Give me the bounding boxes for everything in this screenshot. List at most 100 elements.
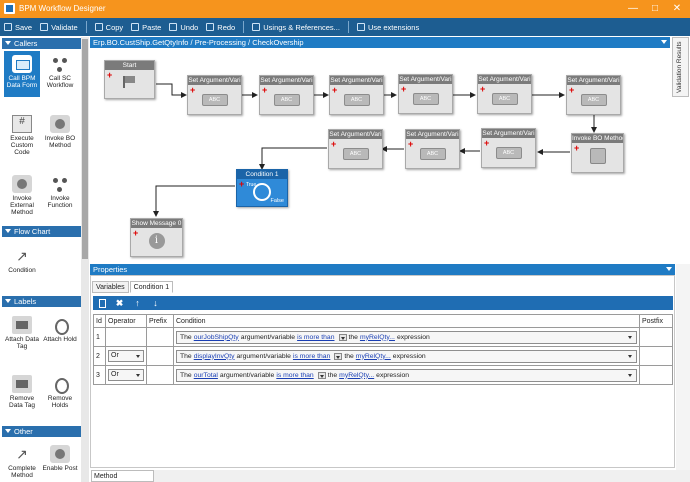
node-set-argument-2[interactable]: Set Argument/Vari + ABC bbox=[259, 75, 314, 115]
delete-icon[interactable]: ✖ bbox=[115, 298, 124, 308]
target-link[interactable]: myRelQty... bbox=[360, 334, 395, 341]
condition-expression[interactable]: The ourJobShipQty argument/variable is m… bbox=[176, 330, 637, 344]
cell-condition[interactable]: The ourJobShipQty argument/variable is m… bbox=[173, 327, 640, 347]
cell-prefix[interactable] bbox=[146, 346, 174, 366]
variable-link[interactable]: ourJobShipQty bbox=[194, 334, 239, 341]
variable-link[interactable]: ourTotal bbox=[194, 372, 218, 379]
condition-expression[interactable]: The ourTotal argument/variable is more t… bbox=[176, 368, 637, 382]
operator-link[interactable]: is more than bbox=[293, 353, 330, 360]
tool-attach-data-tag[interactable]: Attach Data Tag bbox=[4, 316, 40, 350]
toolbox-scrollbar[interactable] bbox=[81, 37, 89, 482]
operator-dropdown-icon[interactable] bbox=[317, 371, 326, 379]
cell-condition[interactable]: The ourTotal argument/variable is more t… bbox=[173, 365, 640, 385]
tool-label: Call BPM Data Form bbox=[6, 75, 38, 89]
tool-remove-holds[interactable]: Remove Holds bbox=[42, 375, 78, 409]
table-row[interactable]: 2 Or The displayInvQty argument/variable… bbox=[93, 346, 673, 366]
tab-variables[interactable]: Variables bbox=[92, 281, 129, 293]
column-header-condition[interactable]: Condition bbox=[173, 314, 640, 328]
paste-button[interactable]: Paste bbox=[131, 23, 161, 32]
node-set-argument-3[interactable]: Set Argument/Vari + ABC bbox=[329, 75, 384, 115]
tool-execute-custom-code[interactable]: Execute Custom Code bbox=[4, 115, 40, 156]
cell-operator[interactable]: Or bbox=[105, 346, 147, 366]
new-icon[interactable] bbox=[99, 298, 106, 308]
move-down-icon[interactable]: ↓ bbox=[151, 298, 160, 308]
table-row[interactable]: 3 Or The ourTotal argument/variable is m… bbox=[93, 365, 673, 385]
remove-tag-icon bbox=[12, 375, 32, 393]
section-callers[interactable]: Callers bbox=[2, 38, 81, 49]
section-flow-chart[interactable]: Flow Chart bbox=[2, 226, 81, 237]
move-up-icon[interactable]: ↑ bbox=[133, 298, 142, 308]
redo-button[interactable]: Redo bbox=[206, 23, 235, 32]
tool-call-sc-workflow[interactable]: Call SC Workflow bbox=[42, 55, 78, 89]
node-set-argument-8[interactable]: Set Argument/Vari + ABC bbox=[405, 129, 460, 169]
column-header-postfix[interactable]: Postfix bbox=[639, 314, 673, 328]
tool-invoke-bo-method[interactable]: Invoke BO Method bbox=[42, 115, 78, 149]
chevron-down-icon[interactable] bbox=[627, 334, 634, 341]
tab-method-parameters[interactable]: Method parameters bbox=[91, 470, 154, 482]
chevron-down-icon[interactable] bbox=[661, 40, 667, 44]
node-condition-1[interactable]: Condition 1 + True False bbox=[236, 169, 288, 207]
cell-operator[interactable]: Or bbox=[105, 365, 147, 385]
tool-attach-hold[interactable]: Attach Hold bbox=[42, 316, 78, 343]
copy-button[interactable]: Copy bbox=[94, 23, 123, 32]
operator-dropdown-icon[interactable] bbox=[338, 333, 347, 341]
target-link[interactable]: myRelQty... bbox=[356, 353, 391, 360]
operator-link[interactable]: is more than bbox=[276, 372, 313, 379]
tool-condition[interactable]: Condition bbox=[4, 247, 40, 274]
column-header-id[interactable]: Id bbox=[93, 314, 106, 328]
operator-link[interactable]: is more than bbox=[297, 334, 334, 341]
cell-condition[interactable]: The displayInvQty argument/variable is m… bbox=[173, 346, 640, 366]
save-button[interactable]: Save bbox=[4, 23, 32, 32]
tool-remove-data-tag[interactable]: Remove Data Tag bbox=[4, 375, 40, 409]
tool-call-bpm-data-form[interactable]: Call BPM Data Form bbox=[4, 51, 40, 97]
operator-select[interactable]: Or bbox=[108, 369, 144, 381]
operator-dropdown-icon[interactable] bbox=[334, 352, 343, 360]
section-other[interactable]: Other bbox=[2, 426, 81, 437]
node-start[interactable]: Start + bbox=[104, 60, 155, 99]
cell-postfix[interactable] bbox=[639, 327, 673, 347]
validate-button[interactable]: Validate bbox=[40, 23, 78, 32]
validation-results-tab[interactable]: Validation Results bbox=[672, 37, 689, 97]
cell-postfix[interactable] bbox=[639, 365, 673, 385]
chevron-down-icon[interactable] bbox=[627, 353, 634, 360]
workflow-canvas[interactable]: Start + Set Argument/Vari + ABC Set Argu… bbox=[90, 48, 670, 263]
close-button[interactable]: ✕ bbox=[669, 2, 685, 16]
operator-select[interactable]: Or bbox=[108, 350, 144, 362]
variable-link[interactable]: displayInvQty bbox=[194, 353, 235, 360]
tool-invoke-external-method[interactable]: Invoke External Method bbox=[4, 175, 40, 216]
tool-enable-post[interactable]: Enable Post bbox=[42, 445, 78, 472]
cell-operator[interactable] bbox=[105, 327, 147, 347]
code-icon bbox=[12, 115, 32, 133]
chevron-down-icon[interactable] bbox=[666, 267, 672, 271]
node-set-argument-5[interactable]: Set Argument/Vari + ABC bbox=[477, 74, 532, 114]
tool-complete-method[interactable]: Complete Method bbox=[4, 445, 40, 479]
chevron-down-icon[interactable] bbox=[627, 372, 634, 379]
use-extensions-label: Use extensions bbox=[367, 22, 420, 32]
column-header-prefix[interactable]: Prefix bbox=[146, 314, 174, 328]
section-labels[interactable]: Labels bbox=[2, 296, 81, 307]
table-row[interactable]: 1 The ourJobShipQty argument/variable is… bbox=[93, 327, 673, 347]
cell-prefix[interactable] bbox=[146, 327, 174, 347]
node-set-argument-7[interactable]: Set Argument/Vari + ABC bbox=[481, 128, 536, 168]
scrollbar-thumb[interactable] bbox=[82, 39, 88, 259]
undo-button[interactable]: Undo bbox=[169, 23, 198, 32]
node-set-argument-6[interactable]: Set Argument/Vari + ABC bbox=[566, 75, 621, 115]
cell-prefix[interactable] bbox=[146, 365, 174, 385]
maximize-button[interactable]: □ bbox=[647, 2, 663, 16]
cell-postfix[interactable] bbox=[639, 346, 673, 366]
node-set-argument-4[interactable]: Set Argument/Vari + ABC bbox=[398, 74, 453, 114]
expr-text: expression bbox=[396, 333, 430, 341]
node-set-argument-9[interactable]: Set Argument/Vari + ABC bbox=[328, 129, 383, 169]
condition-expression[interactable]: The displayInvQty argument/variable is m… bbox=[176, 349, 637, 363]
node-invoke-bo-method[interactable]: Invoke BO Method + bbox=[571, 133, 624, 173]
usings-references-button[interactable]: Usings & References... bbox=[252, 23, 340, 32]
use-extensions-button[interactable]: Use extensions bbox=[356, 22, 420, 32]
minimize-button[interactable]: — bbox=[625, 2, 641, 16]
node-show-message[interactable]: Show Message 0 + i bbox=[130, 218, 183, 257]
tab-condition-1[interactable]: Condition 1 bbox=[129, 281, 174, 293]
info-icon: i bbox=[148, 233, 165, 249]
node-set-argument-1[interactable]: Set Argument/Vari + ABC bbox=[187, 75, 242, 115]
column-header-operator[interactable]: Operator bbox=[105, 314, 147, 328]
target-link[interactable]: myRelQty... bbox=[339, 372, 374, 379]
tool-invoke-function[interactable]: Invoke Function bbox=[42, 175, 78, 209]
